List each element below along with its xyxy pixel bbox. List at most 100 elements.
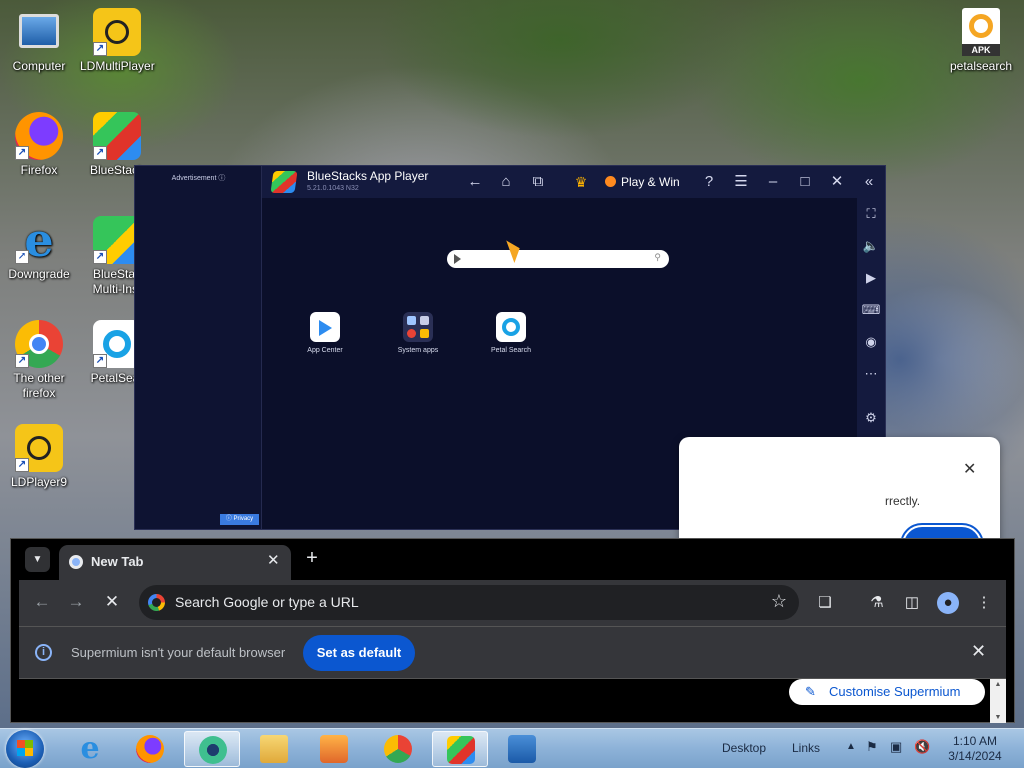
- search-icon: ⚲: [654, 252, 661, 262]
- tab-strip: ▼ New Tab ✕ +: [11, 539, 1014, 580]
- taskbar-wireshark[interactable]: [494, 731, 550, 767]
- desktop-icon-label: petalsearch: [949, 59, 1013, 73]
- desktop-icon-petalsearch-apk[interactable]: APK petalsearch: [944, 8, 1018, 74]
- advertisement-panel: Advertisement ⓘ ⓘ Privacy: [135, 166, 262, 529]
- app-label: System apps: [397, 347, 439, 354]
- clock-date: 3/14/2024: [948, 749, 1002, 763]
- macro-icon[interactable]: ◉: [857, 330, 885, 354]
- internet-explorer-icon: e ↗: [15, 216, 63, 264]
- app-label: App Center: [307, 347, 343, 354]
- version-label: 5.21.0.1043 N32: [307, 185, 359, 192]
- more-menu-icon[interactable]: ⋮: [973, 592, 995, 614]
- window-title: BlueStacks App Player: [307, 169, 429, 183]
- taskbar-bluestacks[interactable]: [432, 731, 488, 767]
- shortcut-arrow-icon: ↗: [15, 354, 29, 368]
- omnibox[interactable]: Search Google or type a URL ☆: [139, 585, 799, 620]
- privacy-button[interactable]: ⓘ Privacy: [220, 514, 259, 525]
- tab-new-tab[interactable]: New Tab ✕: [59, 545, 291, 580]
- system-clock[interactable]: 1:10 AM 3/14/2024: [940, 734, 1010, 764]
- extensions-icon[interactable]: ❏: [814, 592, 836, 614]
- internet-explorer-icon: e: [80, 731, 100, 766]
- system-apps-folder[interactable]: System apps: [378, 312, 458, 354]
- play-and-win-button[interactable]: Play & Win: [599, 172, 686, 192]
- desktop-icon-downgrade[interactable]: e ↗ Downgrade: [2, 216, 76, 282]
- scrollbar[interactable]: ▲ ▼: [990, 679, 1006, 723]
- desktop-icon-ldmultiplayer[interactable]: ↗ LDMultiPlayer: [80, 8, 155, 74]
- browser-window[interactable]: ▼ New Tab ✕ + ← → ✕ Search Google or typ…: [10, 538, 1015, 723]
- volume-icon[interactable]: 🔈: [857, 234, 885, 258]
- maximize-icon[interactable]: □: [795, 172, 815, 192]
- labs-flask-icon[interactable]: ⚗: [866, 592, 888, 614]
- desktop-icon-computer[interactable]: Computer: [2, 8, 76, 74]
- taskbar-internet-explorer[interactable]: e: [62, 731, 118, 767]
- show-hidden-icons-icon[interactable]: ▲: [846, 741, 856, 752]
- links-toolbar-label[interactable]: Links: [792, 741, 820, 755]
- supermium-icon: [199, 736, 227, 764]
- media-player-icon: [320, 735, 348, 763]
- keyboard-icon[interactable]: ⌨: [857, 298, 885, 322]
- shortcut-arrow-icon: ↗: [93, 146, 107, 160]
- action-center-flag-icon[interactable]: ⚑: [866, 739, 878, 755]
- scroll-up-icon[interactable]: ▲: [990, 681, 1006, 688]
- new-tab-favicon-icon: [69, 555, 83, 569]
- profile-avatar-icon[interactable]: ●: [937, 592, 959, 614]
- computer-icon: [19, 14, 59, 48]
- back-arrow-icon[interactable]: ←: [31, 592, 53, 612]
- help-icon[interactable]: ?: [699, 172, 719, 192]
- app-center-app[interactable]: App Center: [285, 312, 365, 354]
- taskbar-supermium[interactable]: [184, 731, 240, 767]
- start-button[interactable]: [6, 730, 44, 768]
- petal-search-app[interactable]: Petal Search: [471, 312, 551, 354]
- close-infobar-icon[interactable]: ✕: [971, 641, 986, 662]
- play-win-badge-icon: [605, 176, 616, 187]
- new-tab-plus-icon[interactable]: +: [301, 547, 323, 570]
- fullscreen-icon[interactable]: ⛶: [857, 202, 885, 226]
- shortcut-arrow-icon: ↗: [15, 250, 29, 264]
- volume-muted-icon[interactable]: 🔇: [914, 739, 930, 755]
- scroll-down-icon[interactable]: ▼: [990, 714, 1006, 721]
- home-icon[interactable]: ⌂: [496, 172, 516, 192]
- taskbar-explorer[interactable]: [246, 731, 302, 767]
- side-panel-icon[interactable]: ◫: [901, 592, 923, 614]
- taskbar-firefox[interactable]: [122, 731, 178, 767]
- desktop-icon-ldplayer9[interactable]: ↗ LDPlayer9: [2, 424, 76, 490]
- customise-button[interactable]: ✎ Customise Supermium: [789, 679, 985, 705]
- desktop-icon-label: Downgrade: [8, 267, 70, 281]
- shortcut-arrow-icon: ↗: [93, 354, 107, 368]
- close-icon[interactable]: ✕: [827, 172, 847, 192]
- taskbar-chrome[interactable]: [370, 731, 426, 767]
- back-icon[interactable]: ←: [465, 172, 485, 192]
- taskbar-media-player[interactable]: [306, 731, 362, 767]
- forward-arrow-icon[interactable]: →: [65, 592, 87, 612]
- menu-icon[interactable]: ☰: [731, 172, 751, 192]
- close-tab-icon[interactable]: ✕: [267, 551, 280, 569]
- windows-logo-icon: [17, 740, 33, 756]
- crown-icon[interactable]: ♛: [572, 173, 590, 191]
- bluestacks-icon: [447, 736, 475, 764]
- desktop-icon-label: LDMultiPlayer: [80, 59, 155, 73]
- ldplayer-icon: ↗: [15, 424, 63, 472]
- stop-loading-icon[interactable]: ✕: [101, 592, 123, 612]
- shortcut-arrow-icon: ↗: [15, 458, 29, 472]
- collapse-sidebar-icon[interactable]: «: [859, 172, 879, 192]
- omnibox-placeholder: Search Google or type a URL: [175, 594, 359, 610]
- recent-apps-icon[interactable]: ⧉: [528, 172, 548, 192]
- bluestacks-logo-icon: [270, 171, 298, 193]
- desktop-toolbar-label[interactable]: Desktop: [722, 741, 766, 755]
- customise-label: Customise Supermium: [829, 684, 961, 699]
- settings-icon[interactable]: ⚙: [857, 406, 885, 430]
- desktop-icon-the-other-firefox[interactable]: ↗ The other firefox: [2, 320, 76, 401]
- taskbar: e Desktop Links ▲ ⚑ ▣ 🔇 1:10 AM 3/14/202…: [0, 728, 1024, 768]
- android-search-bar[interactable]: ⚲: [447, 250, 669, 268]
- tab-search-icon[interactable]: ▼: [25, 547, 50, 572]
- bookmark-star-icon[interactable]: ☆: [771, 591, 787, 612]
- more-icon[interactable]: ⋯: [857, 362, 885, 386]
- minimize-icon[interactable]: –: [763, 172, 783, 192]
- desktop-icon-firefox[interactable]: ↗ Firefox: [2, 112, 76, 178]
- network-icon[interactable]: ▣: [890, 739, 902, 755]
- media-manager-icon[interactable]: ▶: [857, 266, 885, 290]
- set-as-default-button[interactable]: Set as default: [303, 635, 415, 671]
- close-icon[interactable]: ✕: [963, 459, 976, 479]
- chrome-icon: ↗: [15, 320, 63, 368]
- bluestacks-titlebar[interactable]: BlueStacks App Player 5.21.0.1043 N32 ← …: [262, 166, 885, 198]
